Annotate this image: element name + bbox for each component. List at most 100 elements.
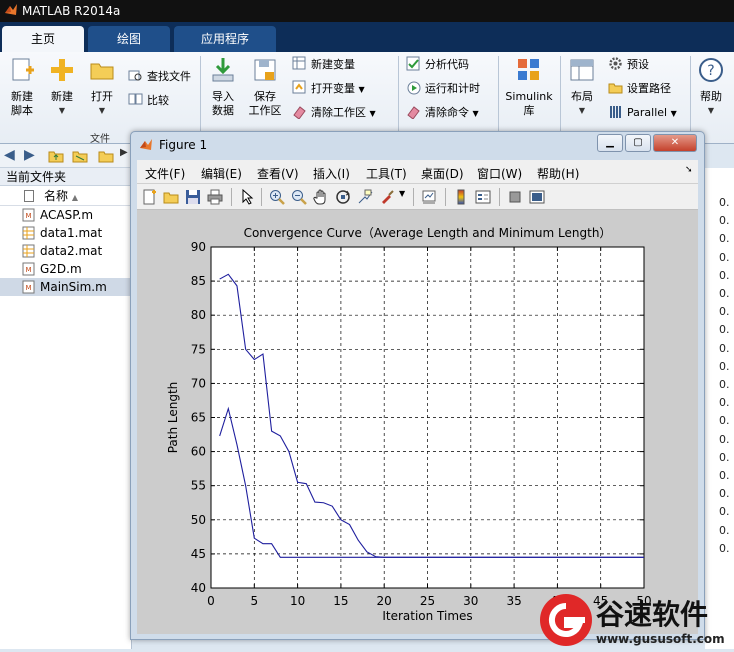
tab-home[interactable]: 主页 <box>2 26 84 52</box>
menu-edit[interactable]: 编辑(E) <box>201 165 242 182</box>
open-button[interactable]: 打开 ▼ <box>84 56 120 118</box>
menu-tools[interactable]: 工具(T) <box>366 165 407 182</box>
open-variable-icon <box>292 80 306 94</box>
colorbar-icon[interactable] <box>453 189 469 205</box>
command-window-value: 0. <box>719 341 730 355</box>
simulink-icon <box>518 59 539 80</box>
command-window-value: 0. <box>719 359 730 373</box>
command-window-value: 0. <box>719 396 730 410</box>
rotate-3d-icon[interactable] <box>335 189 351 205</box>
y-tick-label: 85 <box>191 274 206 288</box>
chevron-down-icon: ▼ <box>369 109 376 118</box>
help-button[interactable]: ? 帮助 ▼ <box>694 56 728 118</box>
command-window-value: 0. <box>719 378 730 391</box>
parallel-button[interactable]: Parallel ▼ <box>608 104 677 122</box>
menu-help[interactable]: 帮助(H) <box>537 165 579 182</box>
new-figure-icon[interactable] <box>141 189 157 205</box>
link-plot-icon[interactable] <box>421 189 437 205</box>
open-file-icon[interactable] <box>163 189 179 205</box>
new-variable-button[interactable]: 新建变量 <box>292 56 355 74</box>
layout-icon <box>570 59 594 81</box>
tab-apps[interactable]: 应用程序 <box>174 26 276 52</box>
back-arrow-icon[interactable]: ◀ <box>4 147 15 163</box>
y-axis-label: Path Length <box>166 382 180 454</box>
run-and-time-button[interactable]: 运行和计时 <box>406 80 480 98</box>
data-cursor-icon[interactable] <box>357 189 373 205</box>
brush-icon[interactable] <box>379 189 395 205</box>
maximize-button[interactable]: ▢ <box>625 134 651 152</box>
file-item[interactable]: data2.mat <box>0 242 131 260</box>
print-icon[interactable] <box>207 189 223 205</box>
name-column-label: 名称 <box>44 189 69 203</box>
chevron-down-icon: ▼ <box>707 106 715 115</box>
simulink-library-button[interactable]: Simulink 库 <box>503 56 555 118</box>
hide-plot-tools-icon[interactable] <box>507 189 523 205</box>
import-data-button[interactable]: 导入 数据 <box>204 56 242 118</box>
chevron-down-icon: ▼ <box>578 106 586 115</box>
forward-arrow-icon[interactable]: ▶ <box>24 147 35 163</box>
menu-view[interactable]: 查看(V) <box>257 165 299 182</box>
x-tick-label: 30 <box>463 594 478 608</box>
chevron-right-icon[interactable]: ▶ <box>120 147 128 158</box>
convergence-chart[interactable]: 0510152025303540455040455055606570758085… <box>137 210 698 634</box>
minimize-button[interactable]: ▁ <box>597 134 623 152</box>
layout-button[interactable]: 布局 ▼ <box>564 56 600 118</box>
command-window-partial: 0. 0. 0. 0. 0. 0. 0. 0. 0. 0. 0. 0. 0. 0. 0. 0. 0. 0. 0. 0. <box>705 168 734 649</box>
svg-text:M: M <box>25 284 31 292</box>
clear-workspace-button[interactable]: 清除工作区 ▼ <box>292 104 376 122</box>
chevron-down-icon: ▼ <box>58 106 66 115</box>
y-tick-label: 55 <box>191 479 206 493</box>
clear-commands-button[interactable]: 清除命令 ▼ <box>406 104 479 122</box>
set-path-button[interactable]: 设置路径 <box>608 80 671 98</box>
address-bar: ◀ ▶ ▶ <box>0 144 140 168</box>
command-window-value: 0. <box>719 214 730 228</box>
import-data-icon <box>212 58 234 82</box>
preferences-button[interactable]: 预设 <box>608 56 649 74</box>
file-item[interactable]: M G2D.m <box>0 260 131 278</box>
menu-file[interactable]: 文件(F) <box>145 165 185 182</box>
m-file-icon: M <box>22 262 35 276</box>
file-item[interactable]: M ACASP.m <box>0 206 131 224</box>
file-item[interactable]: data1.mat <box>0 224 131 242</box>
chevron-down-icon[interactable]: ▼ <box>399 189 407 205</box>
open-label: 打开 <box>91 90 113 103</box>
open-variable-button[interactable]: 打开变量 ▼ <box>292 80 365 98</box>
ribbon-divider <box>498 56 499 136</box>
file-item-selected[interactable]: M MainSim.m <box>0 278 131 296</box>
zoom-in-icon[interactable] <box>269 189 285 205</box>
name-column-header[interactable]: 名称 ▲ <box>0 186 131 206</box>
menu-desktop[interactable]: 桌面(D) <box>421 165 464 182</box>
command-window-value: 0. <box>719 414 730 428</box>
plot-area: 0510152025303540455040455055606570758085… <box>137 210 698 634</box>
save-icon[interactable] <box>185 189 201 205</box>
up-folder-icon[interactable] <box>48 148 64 164</box>
clear-commands-label: 清除命令 <box>425 106 469 119</box>
new-script-button[interactable]: 新建 脚本 <box>4 56 40 118</box>
new-button[interactable]: 新建 ▼ <box>44 56 80 118</box>
gususoft-watermark: 谷速软件 www.gususoft.com <box>536 592 734 649</box>
figure-title: Figure 1 <box>159 138 208 152</box>
dock-arrow-icon[interactable]: ➘ <box>685 165 693 175</box>
close-button[interactable]: ✕ <box>653 134 697 152</box>
browse-folder-icon[interactable] <box>72 148 88 164</box>
compare-icon <box>128 93 143 105</box>
menu-insert[interactable]: 插入(I) <box>313 165 350 182</box>
zoom-out-icon[interactable] <box>291 189 307 205</box>
analyze-code-button[interactable]: 分析代码 <box>406 56 469 74</box>
new-script-label: 新建 脚本 <box>11 90 33 117</box>
find-files-button[interactable]: 查找文件 <box>128 68 191 86</box>
save-workspace-button[interactable]: 保存 工作区 <box>246 56 284 118</box>
show-plot-tools-icon[interactable] <box>529 189 545 205</box>
y-tick-label: 60 <box>191 445 206 459</box>
open-variable-label: 打开变量 <box>311 82 355 95</box>
matlab-logo-icon <box>5 4 17 15</box>
x-tick-label: 5 <box>250 594 258 608</box>
help-label: 帮助 <box>700 90 722 103</box>
tab-plots[interactable]: 绘图 <box>88 26 170 52</box>
pan-hand-icon[interactable] <box>313 189 329 205</box>
menu-window[interactable]: 窗口(W) <box>477 165 522 182</box>
compare-button[interactable]: 比较 <box>128 92 169 110</box>
ribbon-divider <box>200 56 201 136</box>
select-arrow-icon[interactable] <box>239 189 255 205</box>
legend-icon[interactable] <box>475 189 491 205</box>
